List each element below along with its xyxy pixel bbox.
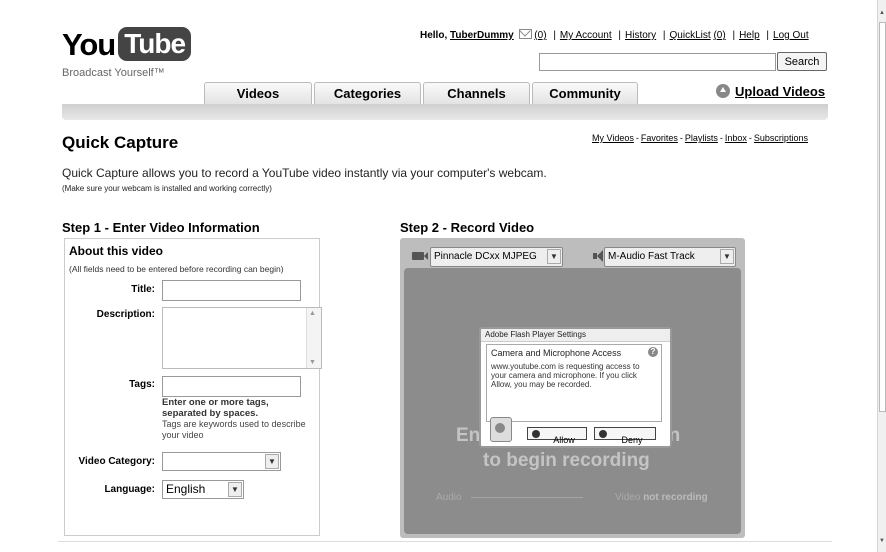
flash-message: www.youtube.com is requesting access to … — [491, 362, 640, 389]
chevron-down-icon[interactable]: ▼ — [547, 249, 561, 264]
separator: | — [553, 30, 556, 41]
category-label: Video Category: — [78, 456, 156, 467]
upload-videos-label[interactable]: Upload Videos — [735, 84, 825, 99]
language-value: English — [166, 482, 206, 496]
separator: | — [662, 30, 666, 41]
help-icon[interactable]: ? — [648, 347, 658, 357]
video-status: Video not recording — [615, 492, 708, 503]
youtube-logo[interactable]: You Tube — [62, 27, 192, 63]
title-label: Title: — [131, 284, 155, 295]
separator: - — [719, 133, 723, 143]
microphone-value: M-Audio Fast Track — [608, 251, 695, 262]
username-link[interactable]: TuberDummy — [450, 30, 514, 41]
language-label: Language: — [104, 484, 155, 495]
about-title: About this video — [69, 244, 163, 258]
greeting: Hello, — [420, 30, 448, 41]
nav-bar — [62, 104, 828, 120]
my-videos-link[interactable]: My Videos — [592, 133, 634, 143]
tab-categories[interactable]: Categories — [314, 82, 421, 105]
scroll-down-icon[interactable]: ▼ — [309, 359, 316, 366]
step1-heading: Step 1 - Enter Video Information — [62, 220, 260, 235]
allow-label: Allow — [553, 434, 575, 445]
audio-level-meter — [471, 497, 583, 498]
separator: | — [732, 30, 736, 41]
separator: - — [748, 133, 752, 143]
separator: | — [766, 30, 770, 41]
intro-text: Quick Capture allows you to record a You… — [62, 166, 547, 180]
inbox-count-link[interactable]: (0) — [534, 30, 546, 41]
separator: | — [618, 30, 622, 41]
camera-settings-icon[interactable] — [490, 417, 512, 442]
video-state: not recording — [643, 492, 708, 503]
allow-icon — [532, 430, 540, 438]
about-note: (All fields need to be entered before re… — [69, 264, 284, 274]
camera-value: Pinnacle DCxx MJPEG — [434, 251, 537, 262]
playlists-link[interactable]: Playlists — [685, 133, 718, 143]
deny-icon — [599, 430, 607, 438]
account-links: Hello, TuberDummy (0) | My Account | Histo… — [420, 29, 809, 41]
page-scrollbar[interactable]: ▲ ▼ — [877, 0, 886, 552]
tags-help-bold: Enter one or more tags, separated by spa… — [162, 397, 269, 419]
quicklist-link[interactable]: QuickList — [670, 30, 711, 41]
deny-button[interactable]: Deny — [594, 427, 656, 445]
intro-note: (Make sure your webcam is installed and … — [62, 184, 272, 193]
logout-link[interactable]: Log Out — [773, 30, 809, 41]
favorites-link[interactable]: Favorites — [641, 133, 678, 143]
search-input[interactable] — [539, 53, 776, 71]
flash-heading: Camera and Microphone Access — [491, 348, 622, 358]
mail-icon[interactable] — [519, 29, 533, 39]
separator: - — [679, 133, 683, 143]
title-input[interactable] — [162, 280, 301, 301]
page-title: Quick Capture — [62, 133, 179, 152]
category-select[interactable]: ▼ — [162, 452, 281, 471]
chevron-down-icon[interactable]: ▼ — [265, 454, 279, 469]
search-button[interactable]: Search — [777, 52, 827, 71]
separator: - — [635, 133, 639, 143]
inbox-link[interactable]: Inbox — [725, 133, 747, 143]
logo-you: You — [62, 27, 116, 62]
tags-input[interactable] — [162, 376, 301, 397]
description-textarea[interactable]: ▲ ▼ — [162, 307, 322, 369]
flash-dialog-body: Camera and Microphone Access ? www.youtu… — [486, 344, 662, 422]
scrollbar-thumb[interactable] — [879, 22, 886, 412]
flash-dialog-title: Adobe Flash Player Settings — [481, 329, 670, 342]
user-sublinks: My Videos - Favorites - Playlists - Inbox - Subs… — [592, 133, 808, 143]
scroll-up-icon[interactable]: ▲ — [878, 10, 886, 16]
deny-label: Deny — [621, 434, 643, 445]
camera-select[interactable]: Pinnacle DCxx MJPEG ▼ — [430, 247, 563, 267]
divider — [58, 541, 832, 542]
speaker-icon — [593, 250, 603, 262]
enable-text-left: En — [456, 425, 481, 446]
allow-button[interactable]: Allow — [527, 427, 587, 445]
audio-label: Audio — [436, 492, 462, 503]
scroll-up-icon[interactable]: ▲ — [309, 310, 316, 317]
description-scrollbar[interactable]: ▲ ▼ — [306, 308, 321, 368]
language-select[interactable]: English ▼ — [162, 480, 244, 499]
upload-icon — [716, 84, 730, 98]
help-link[interactable]: Help — [739, 30, 760, 41]
tab-community[interactable]: Community — [532, 82, 638, 105]
flash-settings-dialog: Adobe Flash Player Settings Camera and M… — [479, 327, 672, 448]
tags-label: Tags: — [129, 379, 155, 390]
logo-tagline: Broadcast Yourself™ — [62, 67, 165, 79]
history-link[interactable]: History — [625, 30, 656, 41]
video-label: Video — [615, 492, 641, 503]
quicklist-count-link[interactable]: (0) — [713, 30, 725, 41]
tab-channels[interactable]: Channels — [423, 82, 530, 105]
scroll-down-icon[interactable]: ▼ — [878, 538, 886, 544]
begin-recording-text: to begin recording — [483, 450, 650, 471]
upload-videos-link[interactable]: Upload Videos — [716, 84, 825, 99]
subscriptions-link[interactable]: Subscriptions — [754, 133, 808, 143]
tab-videos[interactable]: Videos — [204, 82, 312, 105]
chevron-down-icon[interactable]: ▼ — [228, 482, 242, 497]
chevron-down-icon[interactable]: ▼ — [720, 249, 734, 264]
logo-tube: Tube — [118, 27, 192, 61]
microphone-select[interactable]: M-Audio Fast Track ▼ — [604, 247, 736, 267]
tags-help: Tags are keywords used to describe your … — [162, 419, 306, 440]
my-account-link[interactable]: My Account — [560, 30, 612, 41]
step2-heading: Step 2 - Record Video — [400, 220, 535, 235]
camera-icon — [412, 252, 424, 260]
description-label: Description: — [96, 309, 155, 320]
